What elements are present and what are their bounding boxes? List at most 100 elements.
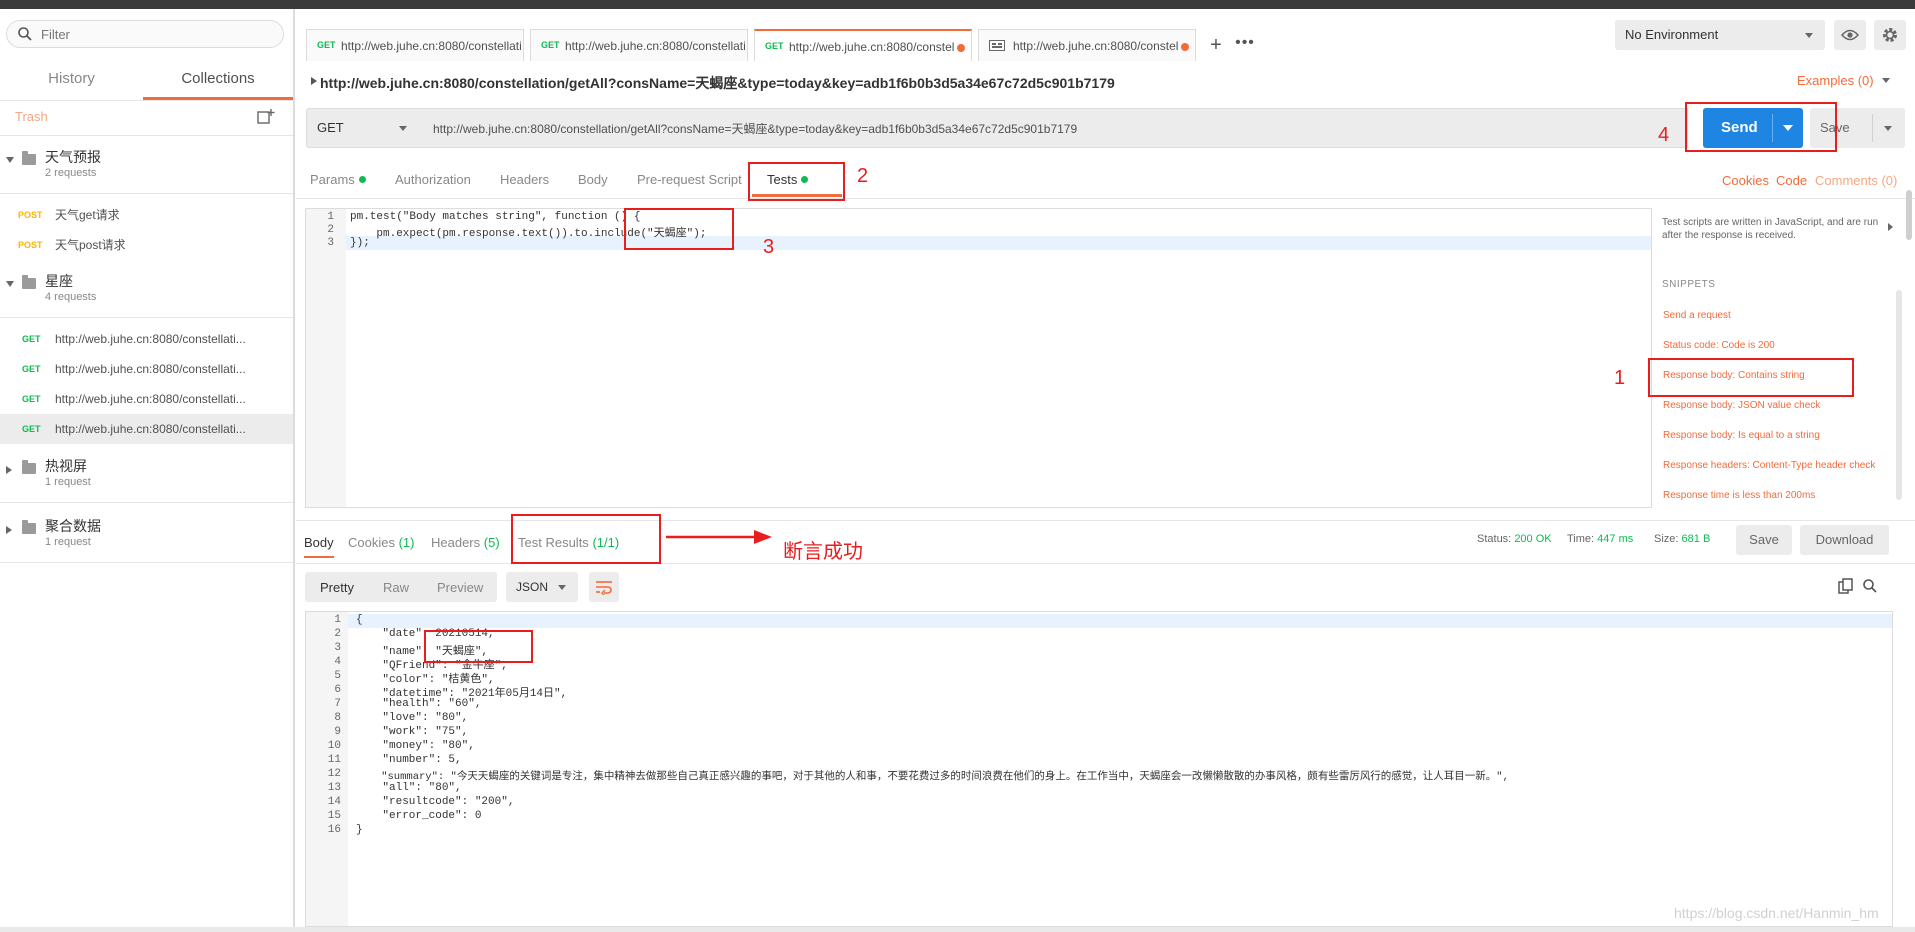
examples-label: Examples (0)	[1797, 73, 1874, 88]
method-badge: GET	[765, 41, 784, 51]
window-top-strip	[0, 0, 1915, 9]
size-readout: Size: 681 B	[1654, 533, 1710, 545]
tests-editor[interactable]: 1 2 3 pm.test("Body matches string", fun…	[305, 208, 1652, 508]
request-item[interactable]: GET http://web.juhe.cn:8080/constellati.…	[0, 324, 293, 354]
code-line: "money": "80",	[356, 740, 475, 752]
request-title[interactable]: http://web.juhe.cn:8080/constellation/ge…	[320, 73, 1115, 93]
copy-icon[interactable]	[1838, 578, 1854, 594]
request-tab[interactable]: GET http://web.juhe.cn:8080/constellatio	[306, 29, 524, 61]
line-number: 14	[327, 796, 341, 808]
request-name: http://web.juhe.cn:8080/constellati...	[55, 422, 246, 436]
request-name: http://web.juhe.cn:8080/constellati...	[55, 332, 246, 346]
snippet-item[interactable]: Response body: JSON value check	[1663, 400, 1820, 411]
wrap-lines-button[interactable]	[589, 572, 619, 602]
filter-input[interactable]	[41, 25, 271, 43]
chevron-right-icon[interactable]	[6, 526, 12, 534]
format-select[interactable]: JSON	[506, 572, 578, 602]
collection-name: 热视屏	[45, 458, 87, 474]
tab-headers[interactable]: Headers	[500, 172, 549, 187]
method-value: GET	[317, 120, 344, 135]
response-tab-body[interactable]: Body	[304, 535, 334, 550]
divider	[0, 100, 293, 101]
collection-constellation[interactable]: 星座 4 requests	[0, 260, 293, 318]
environment-value: No Environment	[1625, 27, 1719, 42]
snippet-item[interactable]: Response headers: Content-Type header ch…	[1663, 460, 1875, 471]
cookies-link[interactable]: Cookies	[1722, 173, 1769, 188]
examples-dropdown[interactable]: Examples (0)	[1797, 73, 1890, 88]
search-icon[interactable]	[1862, 578, 1878, 594]
environment-select[interactable]: No Environment	[1615, 20, 1825, 50]
annotation-box-name	[424, 630, 533, 663]
tab-history[interactable]: History	[0, 58, 143, 100]
chevron-right-icon[interactable]	[6, 466, 12, 474]
request-item[interactable]: POST 天气get请求	[0, 200, 293, 230]
download-button[interactable]: Download	[1800, 525, 1889, 555]
line-number: 3	[327, 237, 334, 249]
snippet-item[interactable]: Response body: Is equal to a string	[1663, 430, 1820, 441]
chevron-down-icon[interactable]	[6, 281, 14, 287]
more-tabs-button[interactable]: •••	[1230, 32, 1260, 60]
status-dot-icon	[358, 176, 366, 183]
response-tab-cookies[interactable]: Cookies (1)	[348, 535, 414, 550]
collection-juhe[interactable]: 聚合数据 1 request	[0, 505, 293, 563]
chevron-down-icon[interactable]	[1884, 126, 1892, 131]
snippet-item[interactable]: Response time is less than 200ms	[1663, 490, 1815, 501]
request-item-selected[interactable]: GET http://web.juhe.cn:8080/constellati.…	[0, 414, 293, 444]
method-select[interactable]: GET	[306, 108, 422, 148]
raw-button[interactable]: Raw	[383, 580, 409, 595]
url-input[interactable]	[421, 108, 1688, 148]
tab-collections[interactable]: Collections	[143, 58, 293, 100]
annotation-box-send	[1685, 102, 1837, 152]
status-readout: Status: 200 OK	[1477, 533, 1552, 545]
tab-pre-request-script[interactable]: Pre-request Script	[637, 172, 742, 187]
response-body-viewer[interactable]: 1{ 2 "date": 20210514, 3 "name": "天蝎座", …	[305, 611, 1893, 927]
method-badge: POST	[18, 210, 43, 220]
pretty-button[interactable]: Pretty	[320, 580, 354, 595]
request-item[interactable]: GET http://web.juhe.cn:8080/constellati.…	[0, 354, 293, 384]
save-response-button[interactable]: Save	[1736, 525, 1792, 555]
trash-link[interactable]: Trash	[15, 109, 48, 124]
code-line: }	[356, 824, 363, 836]
environment-settings-button[interactable]	[1874, 20, 1906, 50]
method-badge: GET	[22, 394, 41, 404]
code-link[interactable]: Code	[1776, 173, 1807, 188]
collapse-snippets-icon[interactable]	[1888, 223, 1893, 231]
collection-weather[interactable]: 天气预报 2 requests	[0, 136, 293, 194]
snippet-item[interactable]: Send a request	[1663, 310, 1731, 321]
page-scrollbar[interactable]	[1906, 190, 1912, 240]
line-number: 8	[334, 712, 341, 724]
line-number: 13	[327, 782, 341, 794]
add-tab-button[interactable]: +	[1202, 32, 1230, 60]
response-tab-headers[interactable]: Headers (5)	[431, 535, 500, 550]
chevron-down-icon[interactable]	[6, 157, 14, 163]
snippet-item[interactable]: Status code: Code is 200	[1663, 340, 1775, 351]
tab-url: http://web.juhe.cn:8080/constellatio	[341, 39, 521, 53]
method-badge: GET	[22, 364, 41, 374]
time-label: Time:	[1567, 533, 1595, 545]
request-item[interactable]: GET http://web.juhe.cn:8080/constellati.…	[0, 384, 293, 414]
collection-name: 星座	[45, 273, 73, 289]
code-line: "love": "80",	[356, 712, 469, 724]
tab-params[interactable]: Params	[310, 172, 366, 187]
size-value: 681 B	[1681, 533, 1711, 545]
preview-button[interactable]: Preview	[437, 580, 483, 595]
request-tab[interactable]: http://web.juhe.cn:8080/constell	[978, 29, 1196, 61]
tab-authorization[interactable]: Authorization	[395, 172, 471, 187]
request-item[interactable]: POST 天气post请求	[0, 230, 293, 260]
tab-body[interactable]: Body	[578, 172, 608, 187]
comments-link[interactable]: Comments (0)	[1815, 173, 1897, 188]
snippets-scrollbar[interactable]	[1896, 290, 1902, 500]
tab-url: http://web.juhe.cn:8080/constell	[1013, 39, 1178, 53]
new-collection-icon[interactable]	[256, 107, 276, 127]
line-number: 1	[327, 211, 334, 223]
collection-hot-video[interactable]: 热视屏 1 request	[0, 445, 293, 503]
chevron-right-icon[interactable]	[311, 77, 317, 85]
filter-field[interactable]	[6, 20, 284, 48]
line-number: 16	[327, 824, 341, 836]
folder-icon	[22, 275, 36, 289]
environment-quick-look-button[interactable]	[1834, 20, 1866, 50]
request-tab[interactable]: GET http://web.juhe.cn:8080/constellatio	[530, 29, 748, 61]
chevron-down-icon	[1881, 78, 1890, 83]
status-bar	[0, 927, 1915, 932]
request-tab-active[interactable]: GET http://web.juhe.cn:8080/constell	[754, 29, 972, 61]
